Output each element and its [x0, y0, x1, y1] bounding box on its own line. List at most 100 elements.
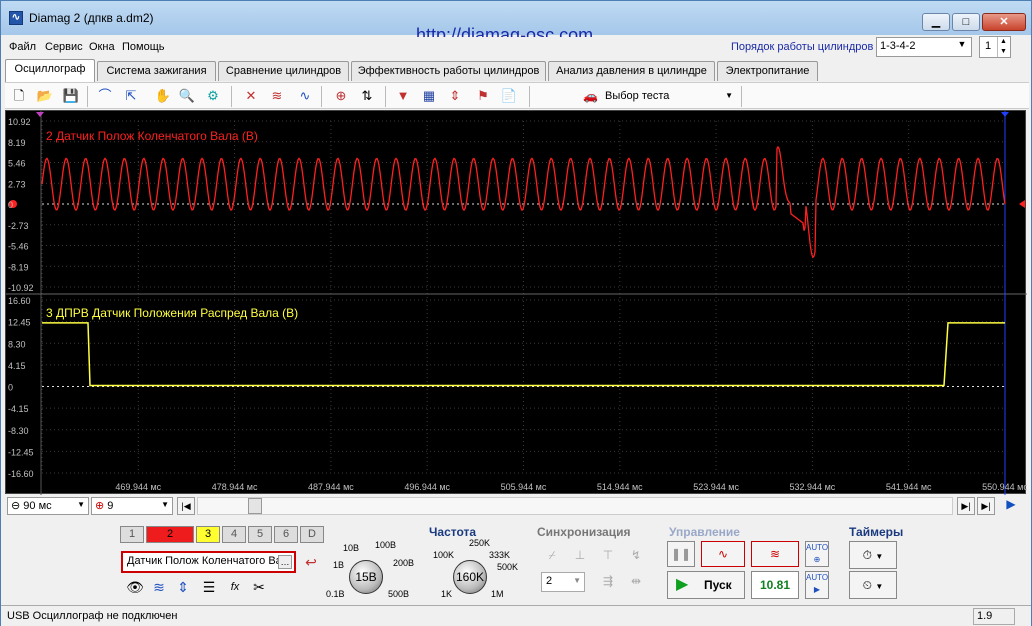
- ch2-tick-label: 10.92: [8, 117, 31, 127]
- lines-icon[interactable]: ☰: [199, 577, 219, 597]
- hand-icon[interactable]: ✋: [153, 86, 173, 106]
- navigation-bar: ⊖ 90 мс ▼ ⊕ 9 ▼ |◀ ▶| ▶| ▶: [5, 496, 1029, 516]
- vertical-shift-icon[interactable]: ⇕: [173, 577, 193, 597]
- channel-button-6[interactable]: 6: [274, 526, 298, 543]
- timer-start-button[interactable]: ⏱ ▼: [849, 541, 897, 569]
- test-select[interactable]: 🚗 Выбор теста ▼: [579, 85, 739, 107]
- close-button[interactable]: ✕: [982, 13, 1026, 31]
- ch2-tick-label: 0: [8, 200, 13, 210]
- continuous-mode-button[interactable]: ≋: [751, 541, 799, 567]
- ch2-tick-label: -8.19: [8, 262, 29, 272]
- ch3-tick-label: -4.15: [8, 404, 29, 414]
- sync-center-icon[interactable]: ⇹: [625, 570, 647, 592]
- time-tick-label: 541.944 мс: [886, 482, 932, 492]
- last-page-button[interactable]: ▶|: [977, 497, 995, 515]
- frequency-value: 160K: [455, 570, 485, 584]
- menu-help[interactable]: Помощь: [122, 41, 165, 53]
- start-label: Пуск: [704, 578, 732, 592]
- time-tick-label: 505.944 мс: [501, 482, 547, 492]
- tab-oscilloscope[interactable]: Осциллограф: [5, 59, 95, 82]
- voltage-tick-10v: 10В: [343, 543, 360, 553]
- new-file-icon[interactable]: 🗋: [9, 86, 29, 106]
- flag-icon[interactable]: ⚑: [473, 86, 493, 106]
- tab-ignition[interactable]: Система зажигания: [97, 61, 216, 81]
- menu-service[interactable]: Сервис: [45, 41, 83, 53]
- timebase-select[interactable]: ⊖ 90 мс ▼: [7, 497, 89, 515]
- time-tick-label: 496.944 мс: [404, 482, 450, 492]
- pause-button[interactable]: ❚❚: [667, 541, 695, 567]
- next-page-button[interactable]: ▶|: [957, 497, 975, 515]
- eye-icon[interactable]: 👁: [125, 577, 145, 597]
- time-tick-label: 550.944 мс: [982, 482, 1027, 492]
- tools-icon[interactable]: ✂: [249, 577, 269, 597]
- notes-icon[interactable]: 📄: [499, 86, 519, 106]
- first-page-button[interactable]: |◀: [177, 497, 195, 515]
- sync-up-icon[interactable]: ⊥: [569, 544, 591, 566]
- timer-clock-icon: ⏲: [862, 578, 873, 592]
- chevron-down-icon: ▼: [77, 500, 85, 509]
- auto-trigger-icon[interactable]: ⊕: [331, 86, 351, 106]
- play-arrow-icon[interactable]: ▶: [1001, 497, 1021, 515]
- offset-zero-icon[interactable]: ⇅: [357, 86, 377, 106]
- tab-pressure-analysis[interactable]: Анализ давления в цилиндре: [548, 61, 715, 81]
- channel-name-select[interactable]: Датчик Полож Коленчатого Ва …: [121, 551, 296, 573]
- zoom-icon[interactable]: 🔍: [177, 86, 197, 106]
- cursor2-marker: [1001, 112, 1009, 117]
- start-button[interactable]: ▶ Пуск: [667, 571, 745, 599]
- scroll-thumb[interactable]: [248, 498, 262, 514]
- voltage-tick-200v: 200В: [393, 558, 415, 568]
- marker-icon[interactable]: ⇕: [445, 86, 465, 106]
- autoscale-icon[interactable]: ⚙: [203, 86, 223, 106]
- sync-shift-icon[interactable]: ⇶: [597, 570, 619, 592]
- function-icon[interactable]: fx: [225, 577, 245, 597]
- cylinder-order-label: Порядок работы цилиндров: [731, 41, 874, 53]
- spin-down-icon[interactable]: ▼: [997, 47, 1009, 57]
- cursor-icon[interactable]: ⌒: [95, 86, 115, 106]
- ch3-tick-label: -8.30: [8, 426, 29, 436]
- zoom-select[interactable]: ⊕ 9 ▼: [91, 497, 173, 515]
- oscilloscope-display[interactable]: 10.92 8.19 5.46 2.73 0 -2.73 -5.46 -8.19 -10.92 1…: [5, 110, 1027, 495]
- sync-auto-icon[interactable]: ↯: [625, 544, 647, 566]
- maximize-button[interactable]: □: [952, 13, 980, 31]
- app-icon: ∿: [9, 11, 23, 25]
- channel2-title: 2 Датчик Полож Коленчатого Вала (В): [46, 129, 258, 143]
- single-mode-button[interactable]: ∿: [701, 541, 745, 567]
- menu-windows[interactable]: Окна: [89, 41, 115, 53]
- filter-icon[interactable]: ▼: [393, 86, 413, 106]
- channel-button-1[interactable]: 1: [120, 526, 144, 543]
- auto-play-button[interactable]: AUTO ▶: [805, 571, 829, 599]
- sync-rising-icon[interactable]: ⌿: [541, 544, 563, 566]
- menu-file[interactable]: Файл: [9, 41, 36, 53]
- tab-power-supply[interactable]: Электропитание: [717, 61, 818, 81]
- auto-button[interactable]: AUTO ⊕: [805, 541, 829, 567]
- sync-channel-select[interactable]: 2 ▼: [541, 572, 585, 592]
- voltage-tick-1v: 1В: [333, 560, 345, 570]
- channel-button-4[interactable]: 4: [222, 526, 246, 543]
- status-text: USB Осциллограф не подключен: [7, 610, 178, 622]
- channel-button-d[interactable]: D: [300, 526, 324, 543]
- cylinder-order-select[interactable]: 1-3-4-2 ▼: [876, 37, 972, 57]
- wave-multi-icon[interactable]: ≋: [267, 86, 287, 106]
- minimize-button[interactable]: ▁: [922, 13, 950, 31]
- tab-cylinder-compare[interactable]: Сравнение цилиндров: [218, 61, 349, 81]
- wave-cross-icon[interactable]: ✕: [241, 86, 261, 106]
- sync-down-icon[interactable]: ⊤: [597, 544, 619, 566]
- wave-sine-icon[interactable]: ∿: [295, 86, 315, 106]
- open-folder-icon[interactable]: 📂: [35, 86, 55, 106]
- toolbar: 🗋 📂 💾 ⌒ ⇱ ✋ 🔍 ⚙ ✕ ≋ ∿ ⊕ ⇅ ▼ ▦ ⇕ ⚑ 📄 🚗 Вы…: [5, 82, 1029, 109]
- grid-icon[interactable]: ▦: [419, 86, 439, 106]
- probe-icon[interactable]: ↩: [301, 552, 321, 572]
- cylinder-spinner[interactable]: 1 ▲ ▼: [979, 36, 1011, 58]
- wave-icon[interactable]: ≋: [149, 577, 169, 597]
- save-icon[interactable]: 💾: [61, 86, 81, 106]
- cursor-measure-icon[interactable]: ⇱: [121, 86, 141, 106]
- channel-button-3[interactable]: 3: [196, 526, 220, 543]
- freq-tick-100k: 100K: [433, 550, 455, 560]
- time-scrollbar[interactable]: [197, 497, 953, 515]
- channel-button-5[interactable]: 5: [248, 526, 272, 543]
- timer-stop-button[interactable]: ⏲ ▼: [849, 571, 897, 599]
- channel-button-2[interactable]: 2: [146, 526, 194, 543]
- tab-cylinder-efficiency[interactable]: Эффективность работы цилиндров: [351, 61, 546, 81]
- spin-up-icon[interactable]: ▲: [997, 37, 1009, 47]
- more-icon[interactable]: …: [278, 555, 292, 569]
